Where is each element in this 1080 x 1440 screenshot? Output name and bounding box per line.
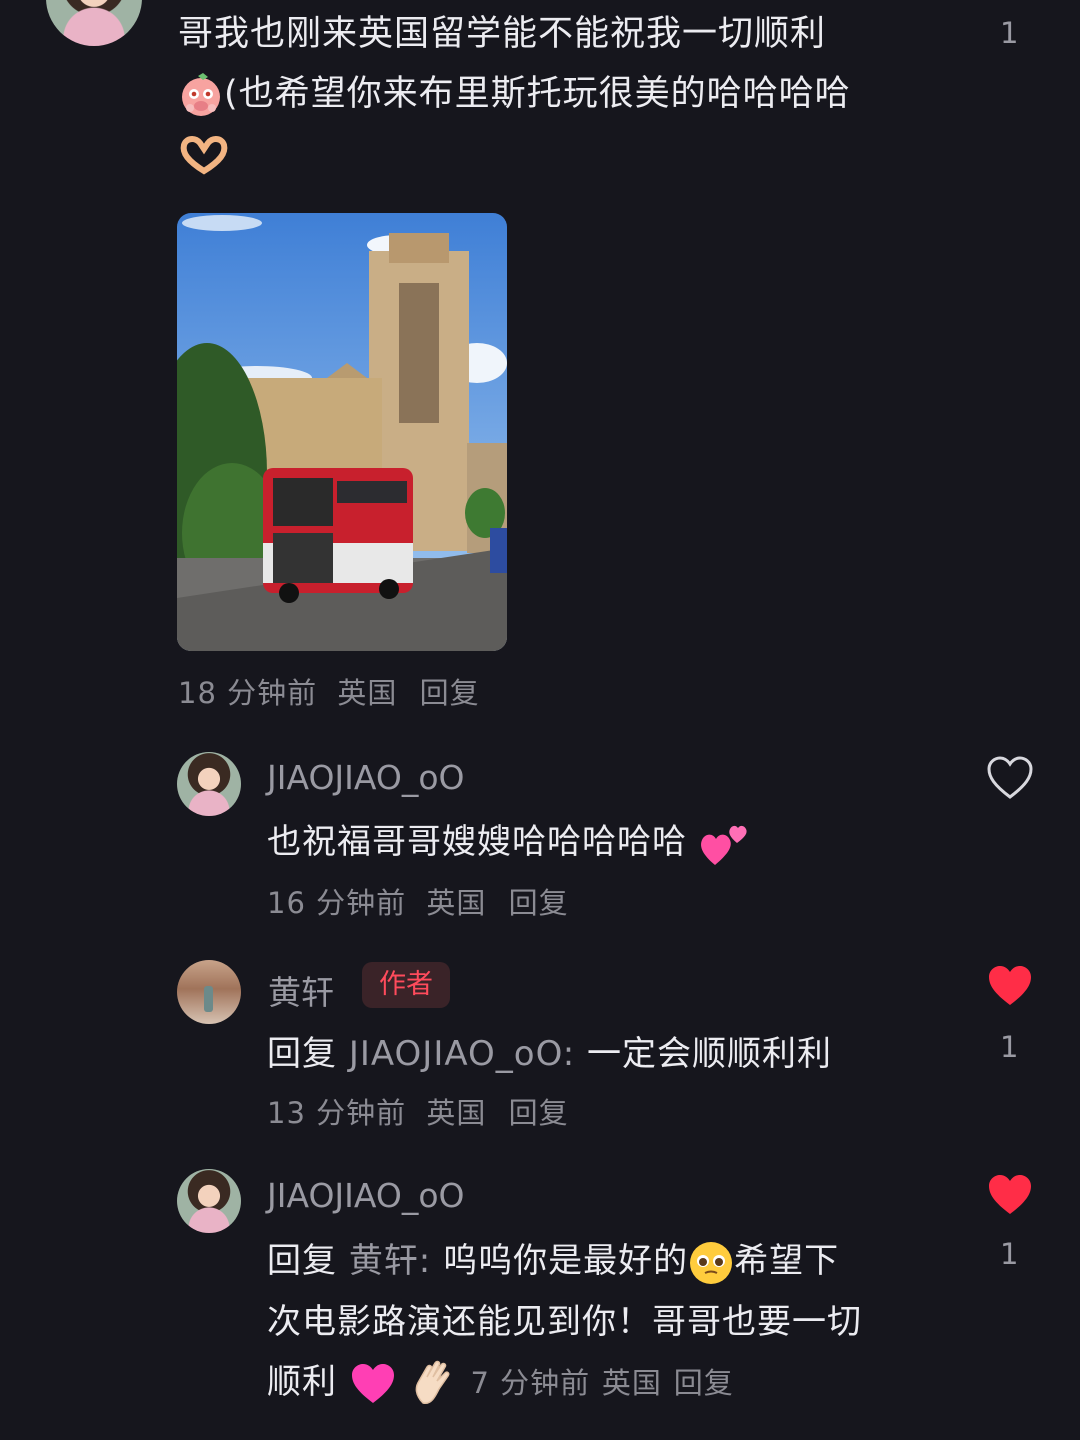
comment-line-3 bbox=[178, 124, 938, 184]
reply-text-line-3: 顺利 7 分钟前 英国 回复 bbox=[267, 1354, 734, 1409]
like-count: 1 bbox=[1000, 1237, 1019, 1271]
comment-time: 18 分钟前 bbox=[178, 676, 318, 710]
author-reply-text: 回复 JIAOJIAO_oO: 一定会顺顺利利 bbox=[267, 1034, 833, 1074]
reply-text-line-1: 回复 黄轩: 呜呜你是最好的 希望下 bbox=[267, 1233, 839, 1286]
comment-region: 英国 bbox=[337, 676, 398, 710]
reply-time: 16 分钟前 bbox=[267, 886, 407, 920]
author-avatar[interactable] bbox=[177, 960, 241, 1024]
mention-link[interactable]: 黄轩: bbox=[349, 1241, 431, 1281]
reply-region: 英国 bbox=[601, 1366, 662, 1400]
comment-photo[interactable] bbox=[177, 213, 507, 651]
reply-text-line-2: 次电影路演还能见到你！哥哥也要一切 bbox=[267, 1302, 862, 1342]
reply-meta: 16 分钟前 英国 回复 bbox=[267, 880, 569, 922]
heart-outline-icon[interactable] bbox=[986, 756, 1034, 800]
comment-line-2: (也希望你来布里斯托玩很美的哈哈哈哈 bbox=[178, 64, 938, 124]
reply-username[interactable]: JIAOJIAO_oO bbox=[267, 1176, 465, 1215]
comment-text: 哥我也刚来英国留学能不能祝我一切顺利 (也希望你来布里斯托玩很美的哈哈哈哈 bbox=[178, 4, 938, 184]
like-count: 1 bbox=[1000, 1030, 1019, 1064]
pleading-face-emoji bbox=[690, 1241, 733, 1284]
heart-hands-emoji bbox=[180, 136, 228, 175]
mention-link[interactable]: JIAOJIAO_oO: bbox=[349, 1034, 575, 1074]
reply-time: 7 分钟前 bbox=[470, 1366, 591, 1400]
comment-meta: 18 分钟前 英国 回复 bbox=[178, 670, 480, 712]
heart-filled-icon[interactable] bbox=[986, 964, 1034, 1008]
reply-username[interactable]: JIAOJIAO_oO bbox=[267, 758, 465, 797]
commenter-avatar[interactable] bbox=[46, 0, 142, 46]
two-hearts-emoji bbox=[700, 825, 747, 865]
reply-text: 也祝福哥哥嫂嫂哈哈哈哈哈 bbox=[267, 814, 749, 867]
reply-region: 英国 bbox=[426, 886, 487, 920]
reply-avatar[interactable] bbox=[177, 752, 241, 816]
reply-time: 13 分钟前 bbox=[267, 1096, 407, 1130]
reply-region: 英国 bbox=[426, 1096, 487, 1130]
author-username[interactable]: 黄轩 bbox=[268, 966, 334, 1014]
author-reply-meta: 13 分钟前 英国 回复 bbox=[267, 1090, 569, 1132]
reply-prefix: 回复 bbox=[267, 1034, 337, 1074]
comment-line-1: 哥我也刚来英国留学能不能祝我一切顺利 bbox=[178, 14, 827, 54]
reply-prefix: 回复 bbox=[267, 1241, 337, 1281]
heart-filled-icon[interactable] bbox=[986, 1173, 1034, 1217]
author-badge: 作者 bbox=[362, 962, 450, 1008]
reply-button[interactable]: 回复 bbox=[674, 1366, 734, 1400]
reply-avatar[interactable] bbox=[177, 1169, 241, 1233]
pink-heart-emoji bbox=[351, 1363, 394, 1403]
reply-button[interactable]: 回复 bbox=[420, 676, 480, 710]
reply-button[interactable]: 回复 bbox=[509, 1096, 569, 1130]
reply-button[interactable]: 回复 bbox=[509, 886, 569, 920]
bristol-photo-image bbox=[177, 213, 507, 651]
like-count: 1 bbox=[1000, 16, 1019, 50]
pig-face-emoji bbox=[182, 73, 220, 116]
waving-hand-emoji bbox=[415, 1360, 450, 1404]
